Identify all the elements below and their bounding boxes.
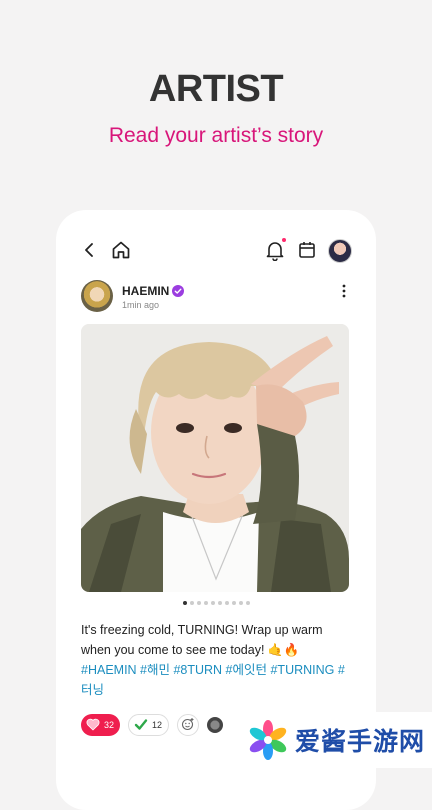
add-reaction-button[interactable]: [177, 714, 200, 736]
profile-avatar[interactable]: [328, 239, 352, 263]
post-timestamp: 1min ago: [122, 300, 160, 310]
check-icon: [134, 718, 148, 733]
calendar-icon[interactable]: [296, 239, 318, 261]
carousel-dot[interactable]: [182, 601, 187, 605]
carousel-dot[interactable]: [189, 601, 194, 605]
post-body: It's freezing cold, TURNING! Wrap up war…: [81, 623, 323, 657]
back-icon[interactable]: [80, 240, 100, 260]
heart-icon: [86, 718, 100, 733]
heart-reaction-button[interactable]: 32: [81, 714, 121, 736]
carousel-dot[interactable]: [231, 601, 236, 605]
watermark-text: 爱酱手游网: [295, 728, 426, 756]
page-headline: ARTIST: [148, 68, 284, 110]
carousel-dot[interactable]: [210, 601, 215, 605]
verified-badge-icon: [172, 284, 184, 297]
heart-count: 32: [104, 720, 115, 730]
carousel-dot[interactable]: [245, 601, 250, 605]
add-emoji-icon: [181, 717, 195, 733]
page-subheadline: Read your artist’s story: [108, 124, 324, 147]
reaction-bar: 32 12: [81, 714, 224, 736]
notification-bell-icon[interactable]: [264, 239, 286, 261]
author-avatar[interactable]: [81, 280, 113, 312]
carousel-dot[interactable]: [238, 601, 243, 605]
carousel-indicator: [176, 600, 256, 606]
pinwheel-logo-icon: [247, 719, 289, 761]
home-icon[interactable]: [110, 239, 132, 261]
post-photo[interactable]: [81, 324, 349, 592]
carousel-dot[interactable]: [224, 601, 229, 605]
check-count: 12: [152, 720, 163, 730]
post-hashtags[interactable]: #HAEMIN #해민 #8TURN #에잇턴 #TURNING #터닝: [81, 660, 351, 700]
author-name[interactable]: HAEMIN: [122, 284, 169, 298]
watermark: 爱酱手游网: [245, 712, 432, 768]
reactor-avatar[interactable]: [207, 717, 224, 733]
top-bar: [56, 210, 376, 290]
notification-dot: [282, 238, 286, 242]
carousel-dot[interactable]: [196, 601, 201, 605]
carousel-dot[interactable]: [217, 601, 222, 605]
carousel-dot[interactable]: [203, 601, 208, 605]
more-options-icon[interactable]: [337, 283, 351, 299]
check-reaction-button[interactable]: 12: [128, 714, 170, 736]
